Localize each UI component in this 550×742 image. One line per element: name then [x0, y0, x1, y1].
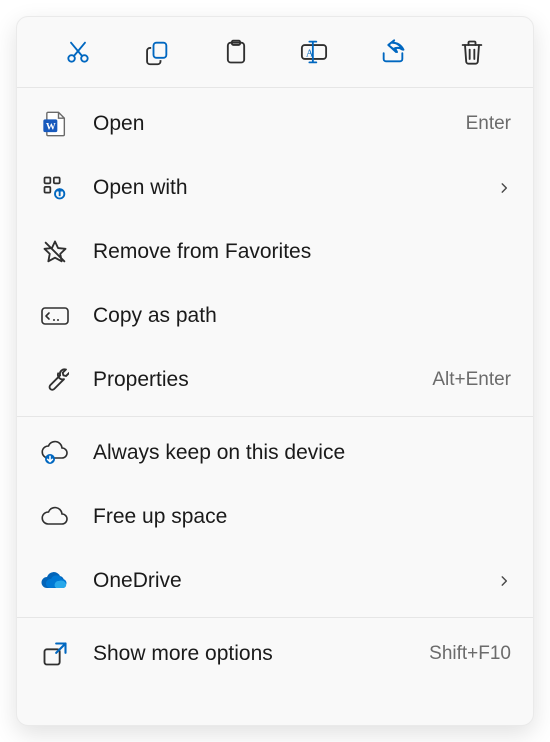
properties-label: Properties	[93, 368, 420, 392]
wrench-icon	[39, 364, 71, 396]
toolbar: A	[17, 17, 533, 88]
trash-icon	[458, 38, 486, 66]
copy-path-label: Copy as path	[93, 304, 511, 328]
cut-button[interactable]	[61, 35, 95, 69]
rename-button[interactable]: A	[297, 35, 331, 69]
show-more-icon	[39, 638, 71, 670]
menu-group-1: W Open Enter Open with	[17, 88, 533, 416]
show-more-label: Show more options	[93, 642, 417, 666]
cloud-keep-icon	[39, 437, 71, 469]
menu-item-properties[interactable]: Properties Alt+Enter	[17, 348, 533, 412]
open-with-icon	[39, 172, 71, 204]
unstar-icon	[39, 236, 71, 268]
menu-item-open[interactable]: W Open Enter	[17, 92, 533, 156]
copy-icon	[143, 38, 171, 66]
menu-group-2: Always keep on this device Free up space…	[17, 417, 533, 617]
menu-item-show-more[interactable]: Show more options Shift+F10	[17, 622, 533, 686]
menu-group-3: Show more options Shift+F10	[17, 618, 533, 690]
scissors-icon	[64, 38, 92, 66]
share-button[interactable]	[376, 35, 410, 69]
svg-text:W: W	[46, 122, 56, 133]
rename-icon: A	[299, 38, 329, 66]
menu-item-onedrive[interactable]: OneDrive	[17, 549, 533, 613]
show-more-accel: Shift+F10	[429, 643, 511, 665]
remove-favorites-label: Remove from Favorites	[93, 240, 511, 264]
open-label: Open	[93, 112, 454, 136]
paste-button[interactable]	[219, 35, 253, 69]
chevron-right-icon	[497, 574, 511, 588]
open-accel: Enter	[466, 113, 511, 135]
context-menu: A	[16, 16, 534, 726]
open-with-label: Open with	[93, 176, 485, 200]
menu-item-free-space[interactable]: Free up space	[17, 485, 533, 549]
word-document-icon: W	[39, 108, 71, 140]
cloud-icon	[39, 501, 71, 533]
menu-item-copy-path[interactable]: Copy as path	[17, 284, 533, 348]
properties-accel: Alt+Enter	[432, 369, 511, 391]
copy-path-icon	[39, 300, 71, 332]
svg-text:A: A	[306, 49, 314, 60]
menu-item-open-with[interactable]: Open with	[17, 156, 533, 220]
always-keep-label: Always keep on this device	[93, 441, 511, 465]
share-icon	[379, 38, 407, 66]
delete-button[interactable]	[455, 35, 489, 69]
onedrive-label: OneDrive	[93, 569, 485, 593]
free-space-label: Free up space	[93, 505, 511, 529]
menu-item-remove-favorites[interactable]: Remove from Favorites	[17, 220, 533, 284]
clipboard-icon	[222, 38, 250, 66]
chevron-right-icon	[497, 181, 511, 195]
copy-button[interactable]	[140, 35, 174, 69]
menu-item-always-keep[interactable]: Always keep on this device	[17, 421, 533, 485]
onedrive-icon	[39, 565, 71, 597]
